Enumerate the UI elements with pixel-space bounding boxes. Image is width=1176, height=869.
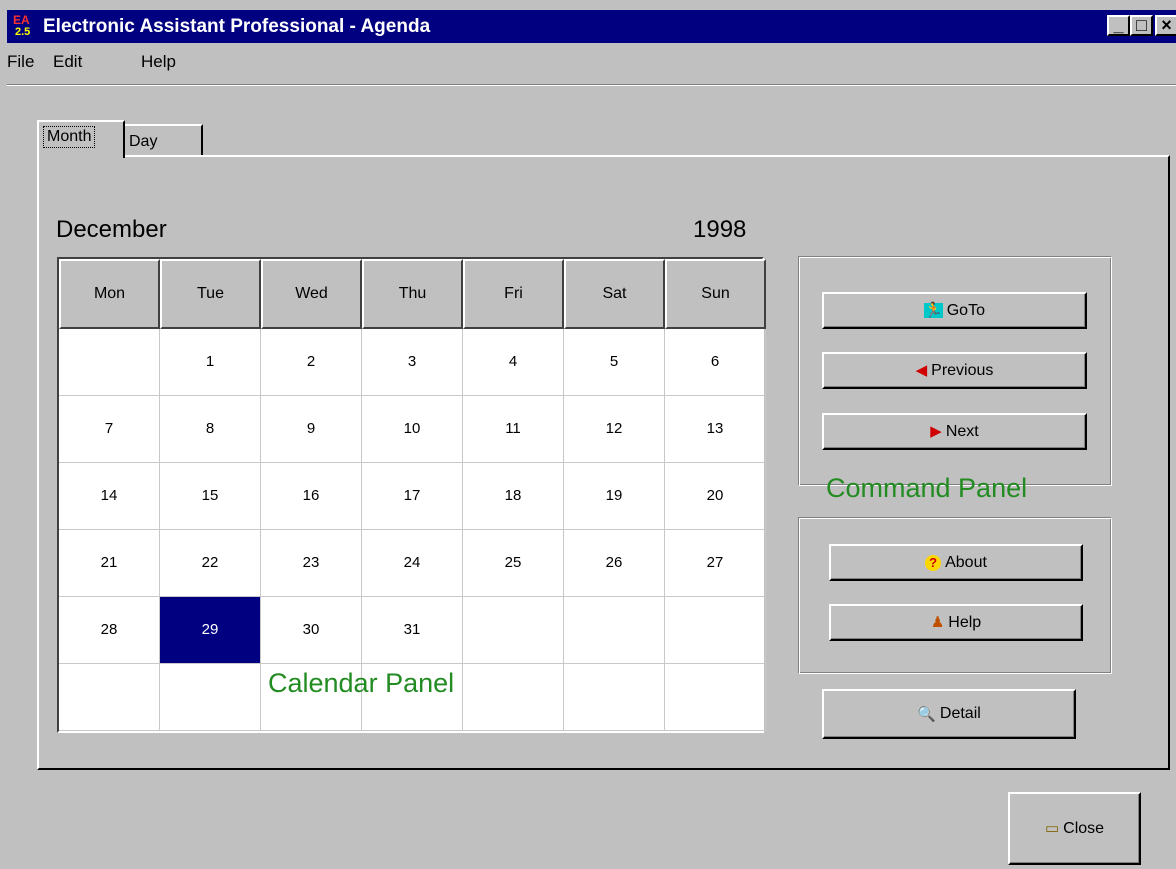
- minimize-icon: _: [1113, 15, 1124, 35]
- calendar-day-18[interactable]: 18: [463, 463, 564, 530]
- calendar-day-29[interactable]: 29: [160, 597, 261, 664]
- calendar-day-20[interactable]: 20: [665, 463, 766, 530]
- calendar-day-17[interactable]: 17: [362, 463, 463, 530]
- calendar-cell-empty[interactable]: [160, 664, 261, 731]
- calendar-day-21[interactable]: 21: [59, 530, 160, 597]
- app-icon-bottom-text: 2.5: [15, 26, 31, 38]
- app-icon: EA 2.5: [13, 14, 37, 38]
- next-label: Next: [945, 422, 979, 440]
- calendar-day-31[interactable]: 31: [362, 597, 463, 664]
- calendar-cell-empty[interactable]: [564, 664, 665, 731]
- calendar-day-19[interactable]: 19: [564, 463, 665, 530]
- app-window: EA 2.5 Electronic Assistant Professional…: [0, 0, 1176, 869]
- app-icon-top-text: EA: [13, 13, 30, 27]
- close-button[interactable]: ▭ Close: [1008, 792, 1141, 865]
- running-man-icon: 🏃: [924, 302, 943, 319]
- help-button[interactable]: ♟ Help: [829, 604, 1083, 641]
- calendar-day-6[interactable]: 6: [665, 329, 766, 396]
- calendar-day-16[interactable]: 16: [261, 463, 362, 530]
- calendar-cell-empty[interactable]: [59, 664, 160, 731]
- menu-file[interactable]: File: [7, 52, 34, 72]
- calendar-day-27[interactable]: 27: [665, 530, 766, 597]
- help-people-icon: ♟: [930, 614, 945, 631]
- day-header-wed: Wed: [261, 259, 362, 329]
- calendar-day-14[interactable]: 14: [59, 463, 160, 530]
- close-icon: ×: [1161, 15, 1172, 35]
- next-button[interactable]: ▶ Next: [822, 413, 1087, 450]
- calendar-grid: Mon Tue Wed Thu Fri Sat Sun 1 2 3 4 5 6 7 8 9 10 11 12 13 14…: [57, 257, 766, 733]
- calendar-day-9[interactable]: 9: [261, 396, 362, 463]
- close-label: Close: [1063, 819, 1105, 837]
- calendar-day-10[interactable]: 10: [362, 396, 463, 463]
- month-label: December: [56, 216, 167, 243]
- arrow-right-icon: ▶: [930, 423, 942, 440]
- year-label: 1998: [693, 216, 747, 243]
- calendar-day-30[interactable]: 30: [261, 597, 362, 664]
- folder-icon: ▭: [1044, 820, 1060, 837]
- previous-label: Previous: [931, 361, 994, 379]
- calendar-cell-empty[interactable]: [564, 597, 665, 664]
- menu-separator: [7, 84, 1176, 86]
- calendar-day-23[interactable]: 23: [261, 530, 362, 597]
- tab-month-label: Month: [43, 126, 96, 148]
- goto-button[interactable]: 🏃 GoTo: [822, 292, 1087, 329]
- title-bar[interactable]: EA 2.5 Electronic Assistant Professional…: [7, 10, 1176, 43]
- menu-help[interactable]: Help: [141, 52, 176, 72]
- about-button[interactable]: ? About: [829, 544, 1083, 581]
- arrow-left-icon: ◀: [915, 362, 928, 379]
- calendar-day-7[interactable]: 7: [59, 396, 160, 463]
- close-window-button[interactable]: ×: [1155, 15, 1176, 36]
- menu-edit[interactable]: Edit: [53, 52, 82, 72]
- day-header-sat: Sat: [564, 259, 665, 329]
- maximize-icon: □: [1136, 15, 1147, 35]
- calendar-day-4[interactable]: 4: [463, 329, 564, 396]
- calendar-panel-annotation: Calendar Panel: [268, 668, 455, 698]
- question-icon: ?: [925, 554, 942, 571]
- day-header-tue: Tue: [160, 259, 261, 329]
- day-header-thu: Thu: [362, 259, 463, 329]
- calendar-cell-empty[interactable]: [463, 597, 564, 664]
- calendar-day-15[interactable]: 15: [160, 463, 261, 530]
- calendar-cell-empty[interactable]: [665, 597, 766, 664]
- calendar-day-1[interactable]: 1: [160, 329, 261, 396]
- calendar-cell-empty[interactable]: [59, 329, 160, 396]
- calendar-day-3[interactable]: 3: [362, 329, 463, 396]
- tab-day[interactable]: Day: [121, 124, 203, 156]
- day-header-sun: Sun: [665, 259, 766, 329]
- info-panel-group: [798, 517, 1112, 674]
- calendar-day-22[interactable]: 22: [160, 530, 261, 597]
- calendar-day-25[interactable]: 25: [463, 530, 564, 597]
- day-header-fri: Fri: [463, 259, 564, 329]
- calendar-day-11[interactable]: 11: [463, 396, 564, 463]
- minimize-button[interactable]: _: [1107, 15, 1130, 36]
- day-header-mon: Mon: [59, 259, 160, 329]
- window-title: Electronic Assistant Professional - Agen…: [43, 16, 431, 37]
- tab-day-label: Day: [129, 133, 158, 150]
- calendar-cell-empty[interactable]: [665, 664, 766, 731]
- maximize-button[interactable]: □: [1130, 15, 1153, 36]
- command-panel-annotation: Command Panel: [826, 473, 1028, 503]
- about-label: About: [945, 553, 987, 571]
- calendar-day-24[interactable]: 24: [362, 530, 463, 597]
- calendar-cell-empty[interactable]: [463, 664, 564, 731]
- calendar-day-5[interactable]: 5: [564, 329, 665, 396]
- calendar-day-12[interactable]: 12: [564, 396, 665, 463]
- tab-month[interactable]: Month: [37, 120, 125, 158]
- goto-label: GoTo: [946, 301, 985, 319]
- calendar-day-28[interactable]: 28: [59, 597, 160, 664]
- calendar-day-8[interactable]: 8: [160, 396, 261, 463]
- calendar-cells: Mon Tue Wed Thu Fri Sat Sun 1 2 3 4 5 6 7 8 9 10 11 12 13 14…: [59, 259, 766, 731]
- calendar-day-26[interactable]: 26: [564, 530, 665, 597]
- detail-button[interactable]: 🔍 Detail: [822, 689, 1076, 739]
- detail-label: Detail: [939, 705, 981, 722]
- previous-button[interactable]: ◀ Previous: [822, 352, 1087, 389]
- help-label: Help: [948, 613, 982, 631]
- calendar-day-13[interactable]: 13: [665, 396, 766, 463]
- calendar-day-2[interactable]: 2: [261, 329, 362, 396]
- magnifier-icon: 🔍: [917, 705, 936, 723]
